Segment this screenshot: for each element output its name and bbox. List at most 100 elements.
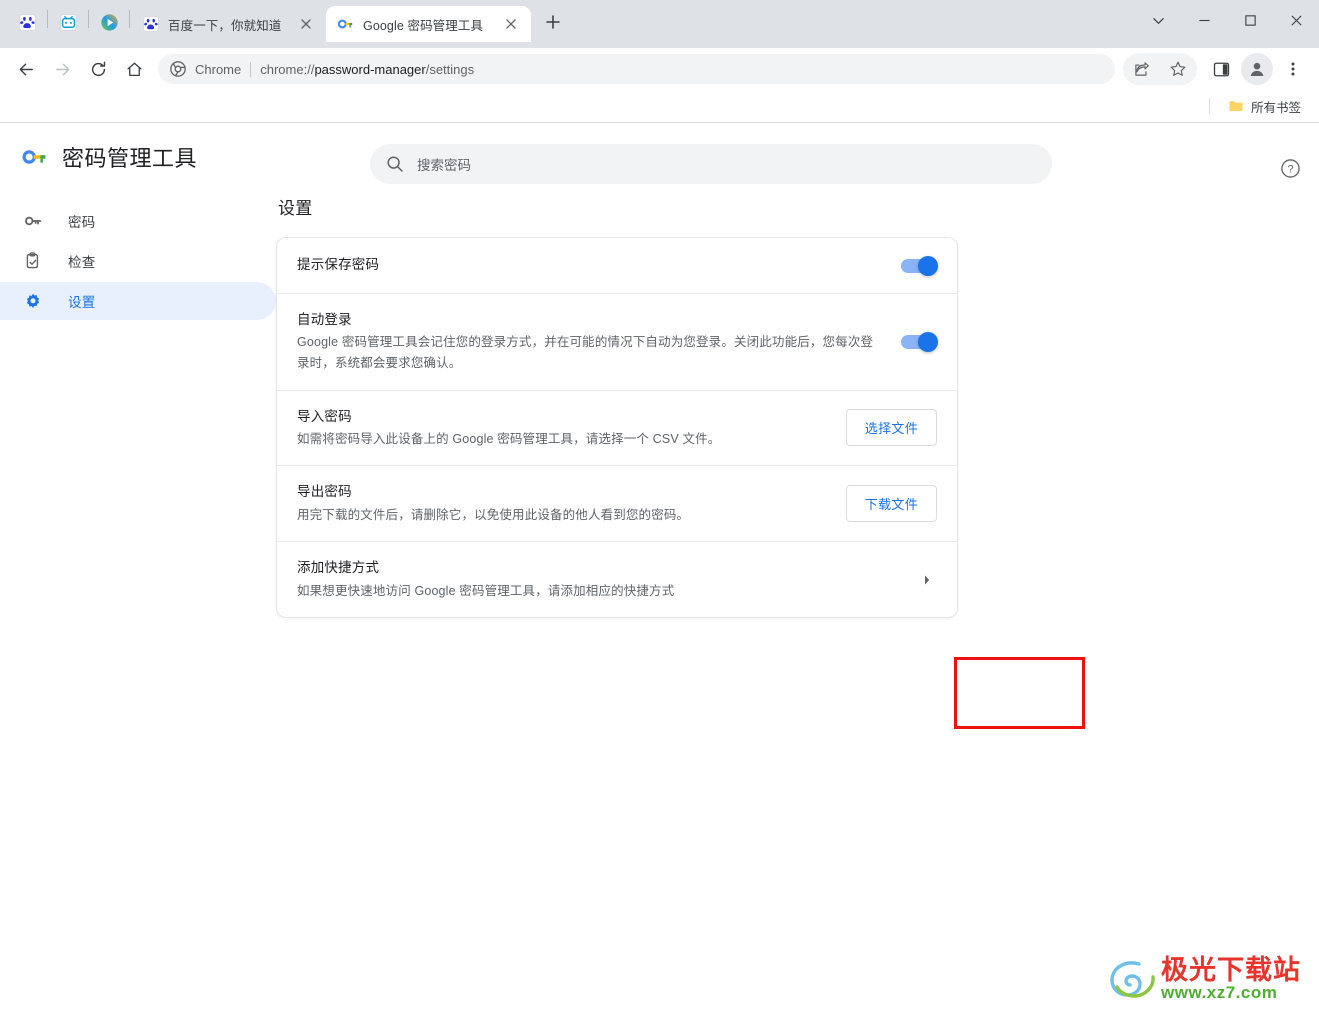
home-icon [126,62,142,76]
all-bookmarks-label: 所有书签 [1250,100,1301,115]
close-icon[interactable] [296,14,316,34]
google-password-key-icon [22,144,48,170]
address-bar[interactable]: Chrome chrome://password-manager/setting… [158,54,1115,84]
tab-strip-left: 百度一下，你就知道 Google 密码管理工具 [0,0,567,48]
maximize-button[interactable] [1227,0,1273,40]
sidebar-nav: 密码 检查 设置 [0,184,276,618]
row-title: 提示保存密码 [297,257,380,273]
profile-button[interactable] [1241,53,1273,85]
settings-main: 设置 提示保存密码 自动登录 Google 密码管理工具会记住您的登录方式，并在… [276,184,1319,619]
setting-row-export: 导出密码 用完下载的文件后，请删除它，以免使用此设备的他人看到您的密码。 下载文… [277,466,957,543]
row-description: Google 密码管理工具会记住您的登录方式，并在可能的情况下自动为您登录。关闭… [297,335,874,370]
baidu-pinned-tab[interactable] [8,5,46,39]
omnibox-actions-pill [1123,53,1197,85]
annotation-highlight-download-button [954,657,1085,729]
row-title: 导出密码 [297,484,352,500]
setting-row-import: 导入密码 如需将密码导入此设备上的 Google 密码管理工具，请选择一个 CS… [277,391,957,467]
toggle-knob [918,255,938,276]
help-circle-icon: ? [1280,158,1300,178]
minimize-button[interactable] [1181,0,1227,40]
maximize-icon [1244,14,1256,26]
forward-button[interactable] [46,53,78,85]
password-manager-header: 密码管理工具 搜索密码 ? [0,123,1319,184]
sidebar-item-label: 设置 [68,295,96,310]
three-dot-menu-icon [1291,62,1295,76]
omnibox-divider [250,61,252,77]
bookmarks-bar: 所有书签 [0,90,1319,123]
tab-divider [129,10,130,28]
bilibili-pinned-tab[interactable] [49,5,87,39]
sidebar-item-checkup[interactable]: 检查 [0,242,276,280]
tab-title: Google 密码管理工具 [363,18,484,33]
svg-text:?: ? [1287,163,1293,175]
row-title: 导入密码 [297,408,352,424]
browser-menu-button[interactable] [1277,53,1309,85]
bookmark-button[interactable] [1162,53,1194,85]
side-panel-button[interactable] [1205,53,1237,85]
row-title: 自动登录 [297,312,352,327]
aurora-swirl-logo-icon [1109,957,1157,1001]
bilibili-tv-icon [59,13,77,31]
minimize-icon [1198,19,1210,21]
bookmarks-divider [1208,98,1210,114]
chrome-logo-icon [170,61,186,77]
omnibox-url: chrome://password-manager/settings [260,62,474,77]
close-icon[interactable] [501,14,521,34]
close-button[interactable] [1273,0,1319,40]
toggle-offer-to-save[interactable] [901,255,938,276]
url-host: password-manager [314,61,426,77]
window-controls [1135,0,1319,40]
gear-icon [24,292,42,310]
watermark-title: 极光下载站 [1161,954,1301,985]
row-title: 添加快捷方式 [297,560,380,576]
password-manager-brand: 密码管理工具 [0,141,370,173]
tab-baidu[interactable]: 百度一下，你就知道 [131,6,326,42]
tab-divider [47,10,48,28]
omnibox-site-label: Chrome [195,61,242,77]
home-button[interactable] [118,53,150,85]
baidu-paw-icon [18,13,36,31]
watermark-text: 极光下载站 www.xz7.com [1161,956,1301,1003]
side-panel-icon [1213,62,1229,76]
select-file-button[interactable]: 选择文件 [845,409,937,447]
help-button[interactable]: ? [1273,151,1307,185]
all-bookmarks-button[interactable]: 所有书签 [1220,93,1309,120]
video-pinned-tab[interactable] [90,5,128,39]
plus-icon [546,14,560,29]
settings-card: 提示保存密码 自动登录 Google 密码管理工具会记住您的登录方式，并在可能的… [276,237,958,619]
setting-row-auto-signin: 自动登录 Google 密码管理工具会记住您的登录方式，并在可能的情况下自动为您… [277,294,957,391]
reload-icon [91,61,105,76]
browser-toolbar: Chrome chrome://password-manager/setting… [0,48,1319,90]
checkup-clipboard-icon [24,252,42,270]
tab-title: 百度一下，你就知道 [168,18,282,33]
row-text: 导入密码 如需将密码导入此设备上的 Google 密码管理工具，请选择一个 CS… [297,407,846,450]
reload-button[interactable] [82,53,114,85]
share-button[interactable] [1126,53,1158,85]
search-input[interactable]: 搜索密码 [370,144,1052,184]
tab-search-button[interactable] [1135,0,1181,40]
sidebar-item-settings[interactable]: 设置 [0,282,276,320]
toggle-auto-signin[interactable] [901,331,938,352]
url-path: /settings [425,61,475,77]
back-button[interactable] [10,53,42,85]
google-password-key-icon [338,16,354,32]
watermark-url: www.xz7.com [1161,983,1278,1003]
url-prefix: chrome:// [260,61,315,77]
page-title: 密码管理工具 [62,146,198,171]
section-title: 设置 [278,199,313,218]
chevron-down-icon [1152,17,1164,24]
tab-divider [88,10,89,28]
new-tab-button[interactable] [539,8,567,36]
row-text: 添加快捷方式 如果想更快速地访问 Google 密码管理工具，请添加相应的快捷方… [297,558,917,601]
arrow-right-icon [55,63,69,75]
download-file-button[interactable]: 下载文件 [845,485,937,523]
tab-password-manager[interactable]: Google 密码管理工具 [326,6,531,42]
browser-window: 百度一下，你就知道 Google 密码管理工具 Chrome chrome://… [0,0,1319,1013]
toggle-knob [918,331,938,352]
sidebar-item-passwords[interactable]: 密码 [0,202,276,240]
sidebar-item-label: 检查 [68,255,96,270]
folder-icon [1228,98,1244,114]
toolbar-right-actions [1123,53,1311,85]
setting-row-add-shortcut[interactable]: 添加快捷方式 如果想更快速地访问 Google 密码管理工具，请添加相应的快捷方… [277,542,957,617]
close-icon [1290,14,1302,26]
